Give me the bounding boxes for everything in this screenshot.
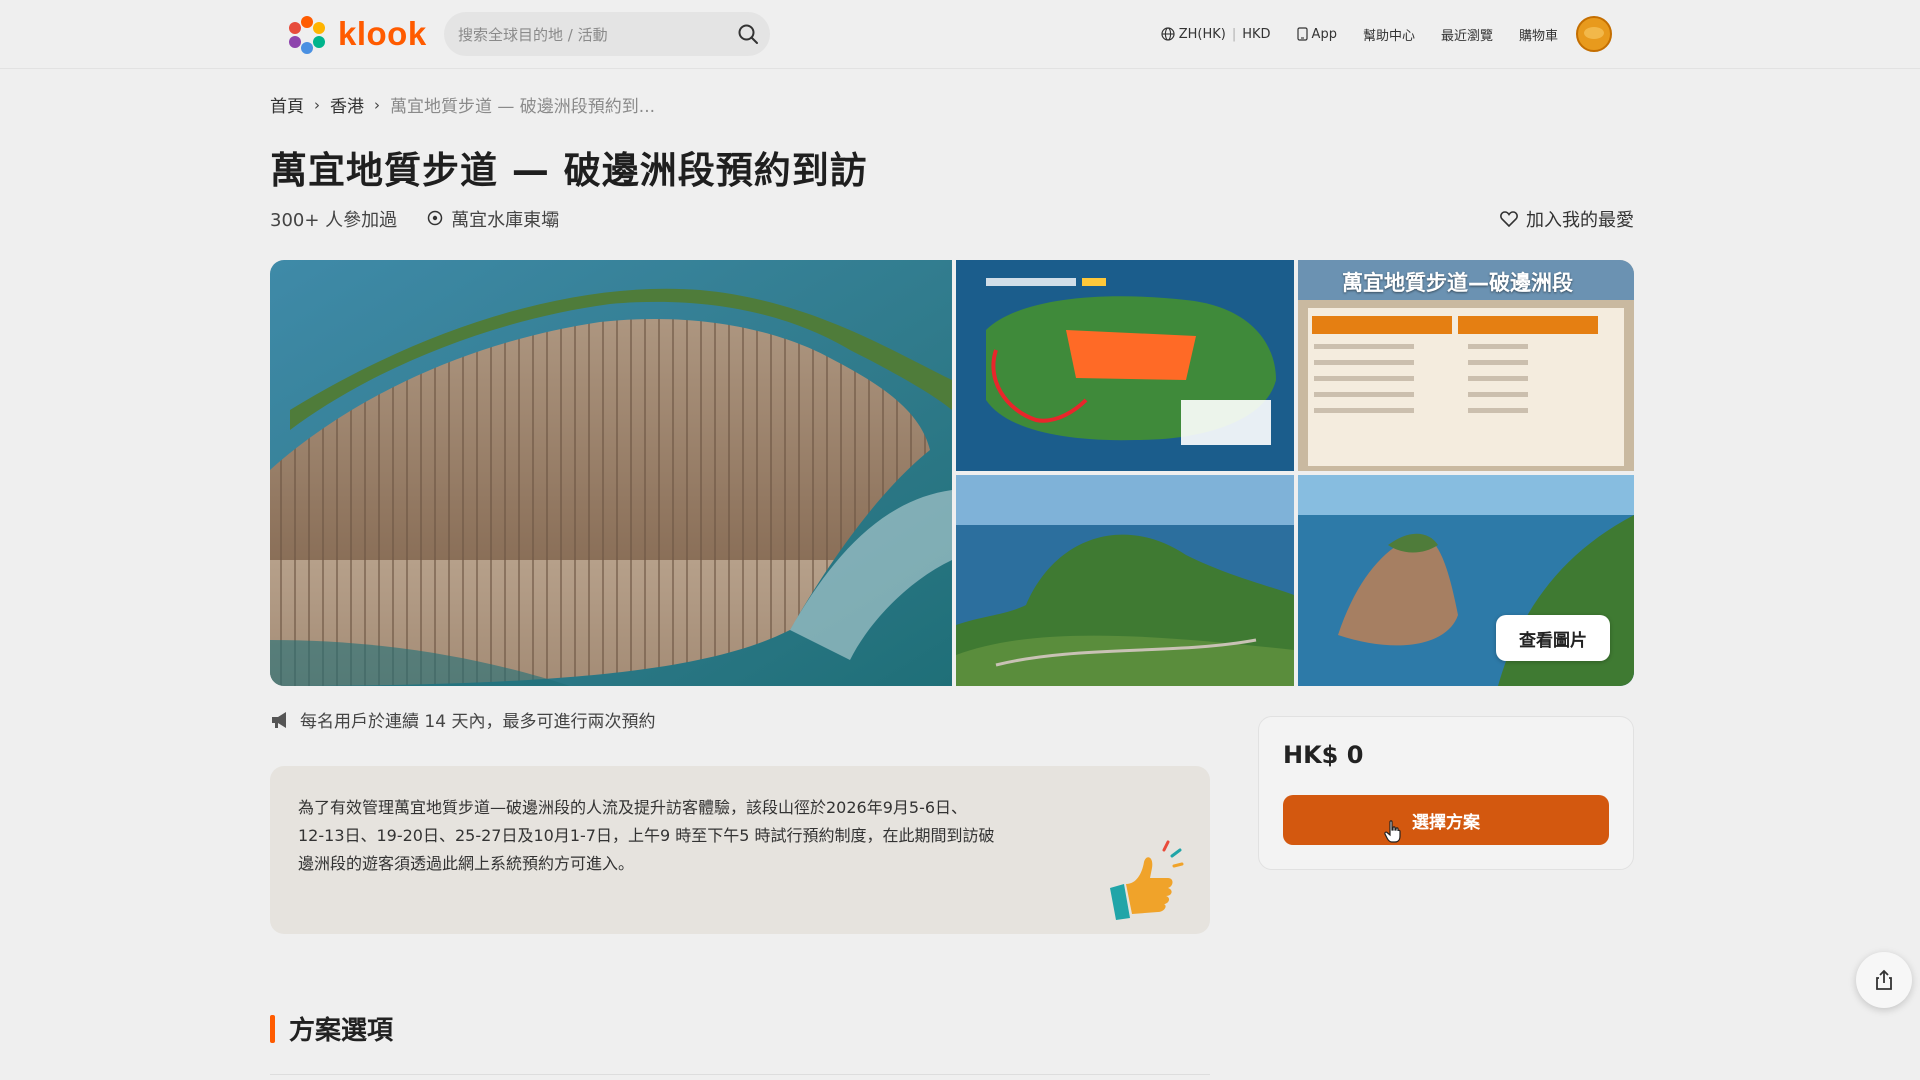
section-divider <box>270 1074 1210 1075</box>
location-pin-icon <box>427 210 443 226</box>
breadcrumb: 首頁 › 香港 › 萬宜地質步道 — 破邊洲段預約到... <box>270 92 656 118</box>
breadcrumb-current: 萬宜地質步道 — 破邊洲段預約到... <box>390 97 656 117</box>
heart-icon <box>1500 211 1518 227</box>
search-input[interactable]: 搜索全球目的地 / 活動 <box>458 24 726 45</box>
chevron-right-icon: › <box>374 95 380 114</box>
recently-viewed-link[interactable]: 最近瀏覽 <box>1441 25 1493 44</box>
schedule-photo-heading: 萬宜地質步道—破邊洲段 <box>1342 271 1573 295</box>
gallery-trail-map-photo[interactable] <box>956 260 1294 471</box>
activity-meta: 300+ 人參加過 萬宜水庫東壩 <box>270 206 559 232</box>
mouse-cursor-icon <box>1384 820 1401 843</box>
participants-count: 300+ 人參加過 <box>270 210 398 231</box>
megaphone-icon <box>272 711 286 728</box>
announcement-line: 為了有效管理萬宜地質步道—破邊洲段的人流及提升訪客體驗，該段山徑於2026年9月… <box>298 798 968 817</box>
klook-logo-text: klook <box>338 15 427 52</box>
announcement-text: 為了有效管理萬宜地質步道—破邊洲段的人流及提升訪客體驗，該段山徑於2026年9月… <box>298 794 1098 878</box>
location-link[interactable]: 萬宜水庫東壩 <box>427 206 559 232</box>
cart-label: 購物車 <box>1518 28 1558 44</box>
locale-label: ZH(HK) <box>1178 26 1226 42</box>
search-bar[interactable]: 搜索全球目的地 / 活動 <box>444 12 770 56</box>
app-link[interactable]: App <box>1296 26 1337 42</box>
share-icon <box>1876 969 1892 990</box>
breadcrumb-home[interactable]: 首頁 <box>270 92 304 117</box>
recently-viewed-label: 最近瀏覽 <box>1440 28 1493 44</box>
view-photos-button[interactable]: 查看圖片 <box>1496 615 1610 661</box>
cart-link[interactable]: 購物車 <box>1519 25 1558 44</box>
search-icon[interactable] <box>726 12 770 56</box>
share-button[interactable] <box>1856 952 1912 1008</box>
announcement-box: 為了有效管理萬宜地質步道—破邊洲段的人流及提升訪客體驗，該段山徑於2026年9月… <box>270 766 1210 934</box>
announcement-line: 12-13日、19-20日、25-27日及10月1-7日，上午9 時至下午5 時… <box>298 826 995 845</box>
gallery-schedule-photo[interactable]: 萬宜地質步道—破邊洲段 <box>1298 260 1634 471</box>
globe-icon <box>1161 27 1175 41</box>
gallery-hills-photo[interactable] <box>956 475 1294 686</box>
help-center-label: 幫助中心 <box>1362 28 1415 44</box>
booking-limit-text: 每名用戶於連續 14 天內，最多可進行兩次預約 <box>300 712 656 732</box>
add-to-favorites-button[interactable]: 加入我的最愛 <box>1500 206 1634 232</box>
klook-logo-icon <box>289 16 325 54</box>
location-label: 萬宜水庫東壩 <box>451 210 560 231</box>
user-avatar[interactable] <box>1576 16 1612 52</box>
currency-label: HKD <box>1242 26 1271 42</box>
nav-separator: | <box>1231 26 1237 42</box>
gallery-rock-photo[interactable]: 查看圖片 <box>1298 475 1634 686</box>
klook-logo[interactable]: klook <box>286 14 427 54</box>
section-accent-bar <box>270 1014 275 1043</box>
gallery-main-photo[interactable] <box>270 260 952 686</box>
page-title: 萬宜地質步道 — 破邊洲段預約到訪 <box>270 149 868 192</box>
locale-currency-selector[interactable]: ZH(HK) | HKD <box>1161 27 1271 42</box>
price-value: HK$ 0 <box>1283 741 1364 769</box>
view-photos-label: 查看圖片 <box>1519 630 1587 651</box>
select-package-button[interactable]: 選擇方案 <box>1283 795 1609 845</box>
top-nav: ZH(HK) | HKD App 幫助中心 最近瀏覽 購物車 <box>1135 14 1612 54</box>
photo-gallery[interactable]: 萬宜地質步道—破邊洲段 查看圖片 <box>270 260 1634 686</box>
thumbs-up-icon <box>1110 840 1184 920</box>
phone-icon <box>1296 27 1308 41</box>
chevron-right-icon: › <box>314 95 320 114</box>
app-label: App <box>1311 26 1337 42</box>
package-options-heading: 方案選項 <box>270 1010 393 1047</box>
section-title-text: 方案選項 <box>289 1016 394 1046</box>
help-center-link[interactable]: 幫助中心 <box>1363 25 1415 44</box>
booking-limit-notice: 每名用戶於連續 14 天內，最多可進行兩次預約 <box>270 707 655 732</box>
price-card: HK$ 0 選擇方案 <box>1258 716 1634 870</box>
announcement-line: 邊洲段的遊客須透過此網上系統預約方可進入。 <box>298 854 635 873</box>
top-header: klook 搜索全球目的地 / 活動 ZH(HK) | HKD App 幫助中心… <box>0 0 1920 69</box>
favorites-label: 加入我的最愛 <box>1526 210 1634 231</box>
breadcrumb-region[interactable]: 香港 <box>330 92 364 117</box>
